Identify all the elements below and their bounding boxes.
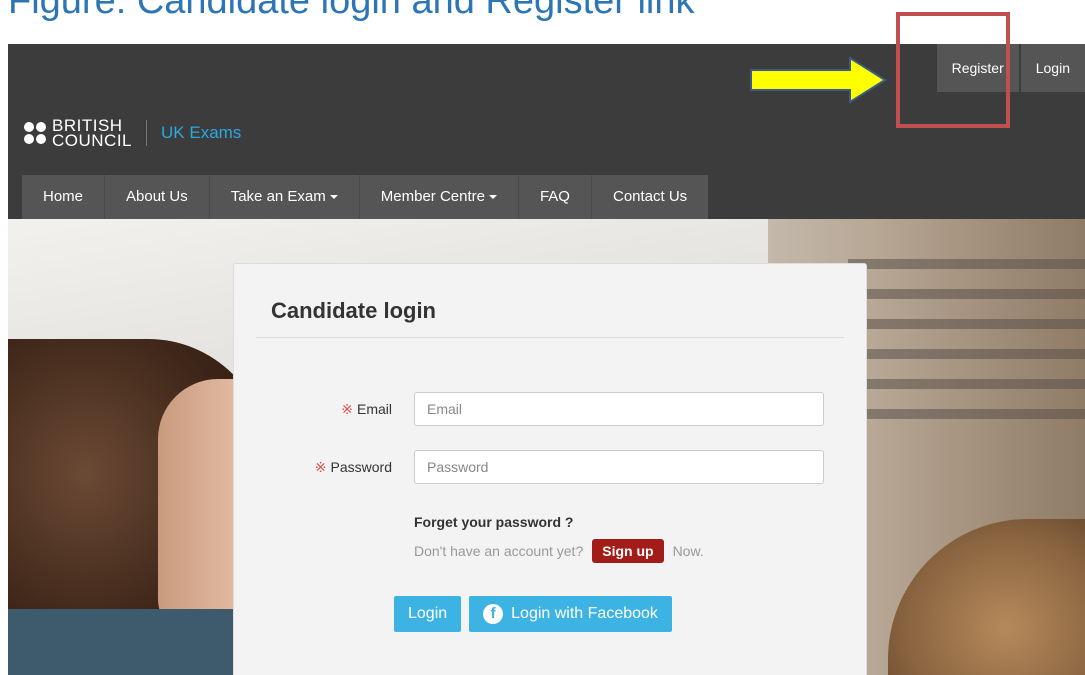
email-label: ※ Email [341, 400, 392, 417]
brand: BRITISH COUNCIL UK Exams [24, 117, 241, 150]
facebook-login-button[interactable]: f Login with Facebook [469, 596, 672, 632]
facebook-icon: f [483, 604, 504, 624]
logo-text: BRITISH COUNCIL [52, 117, 133, 150]
main-nav: Home About Us Take an Exam Member Centre… [22, 175, 709, 219]
nav-item-take-an-exam[interactable]: Take an Exam [210, 175, 360, 219]
caret-down-icon [488, 195, 497, 200]
logo-dots-icon [24, 122, 46, 144]
nav-item-contact-us[interactable]: Contact Us [592, 175, 708, 219]
site-name[interactable]: UK Exams [161, 123, 241, 143]
nav-item-member-centre[interactable]: Member Centre [360, 175, 519, 219]
password-input[interactable] [414, 450, 824, 484]
caret-down-icon [329, 195, 338, 200]
login-link[interactable]: Login [1020, 44, 1085, 92]
document-heading: Figure: Candidate login and Register lin… [8, 0, 695, 22]
password-label: ※ Password [314, 458, 392, 475]
nav-item-faq[interactable]: FAQ [519, 175, 592, 219]
email-row: ※ Email [234, 392, 866, 426]
arrow-annotation-icon [750, 56, 887, 104]
british-council-logo[interactable]: BRITISH COUNCIL [24, 117, 133, 150]
register-highlight-box [896, 12, 1010, 128]
card-divider [256, 337, 844, 338]
now-text: Now. [672, 543, 704, 559]
password-row: ※ Password [234, 450, 866, 484]
nav-item-home[interactable]: Home [22, 175, 106, 219]
browser-page: Register Login BRITISH COUNCIL UK Exams … [8, 44, 1085, 675]
forgot-password-link[interactable]: Forget your password ? [414, 514, 573, 530]
nav-item-about-us[interactable]: About Us [105, 175, 210, 219]
card-title: Candidate login [271, 298, 436, 323]
login-button[interactable]: Login [394, 596, 462, 632]
required-mark: ※ [341, 400, 353, 417]
signup-row: Don't have an account yet? Sign up Now. [414, 539, 704, 563]
login-card: Candidate login ※Email ※Password Forget … [233, 263, 867, 675]
signup-button[interactable]: Sign up [592, 539, 664, 563]
button-row: Login f Login with Facebook [394, 596, 672, 632]
brand-divider [146, 120, 148, 146]
required-mark: ※ [314, 458, 327, 475]
email-input[interactable] [414, 392, 824, 426]
logo-line-2: COUNCIL [52, 131, 133, 150]
no-account-text: Don't have an account yet? [414, 543, 584, 559]
